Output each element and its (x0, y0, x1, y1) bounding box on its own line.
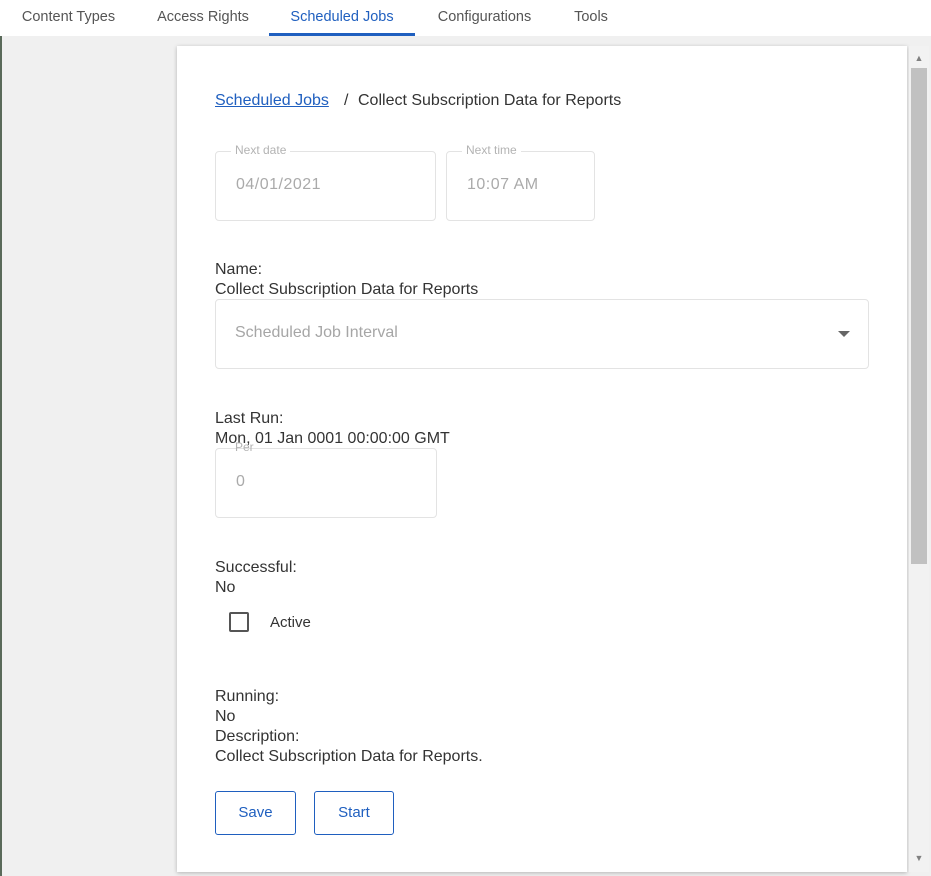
tab-access-rights[interactable]: Access Rights (146, 0, 260, 36)
per-value: 0 (236, 473, 246, 490)
active-checkbox[interactable] (229, 612, 249, 632)
last-run-label: Last Run: (215, 410, 284, 427)
successful-label: Successful: (215, 559, 297, 576)
running-label: Running: (215, 688, 280, 705)
breadcrumb-scheduled-jobs-link[interactable]: Scheduled Jobs (215, 92, 329, 110)
name-value: Collect Subscription Data for Reports (215, 281, 479, 298)
running-value: No (215, 708, 236, 725)
description-value: Collect Subscription Data for Reports. (215, 748, 483, 765)
tab-configurations[interactable]: Configurations (425, 0, 544, 36)
scroll-down-arrow-icon[interactable]: ▼ (909, 848, 929, 868)
next-time-field[interactable]: Next time 10:07 AM (446, 143, 595, 221)
scheduled-job-interval-select[interactable]: Scheduled Job Interval (215, 299, 869, 369)
interval-placeholder: Scheduled Job Interval (235, 324, 398, 341)
breadcrumb-separator: / (344, 92, 349, 109)
breadcrumb-current-page: Collect Subscription Data for Reports (358, 92, 622, 109)
top-navigation: Content Types Access Rights Scheduled Jo… (0, 0, 931, 36)
name-label: Name: (215, 261, 263, 278)
tab-tools[interactable]: Tools (563, 0, 619, 36)
save-button[interactable]: Save (215, 791, 296, 835)
next-date-field[interactable]: Next date 04/01/2021 (215, 143, 436, 221)
tab-scheduled-jobs[interactable]: Scheduled Jobs (269, 0, 415, 36)
per-label: Per (235, 440, 254, 454)
next-time-label: Next time (462, 143, 521, 157)
description-label: Description: (215, 728, 300, 745)
next-time-value: 10:07 AM (467, 176, 539, 193)
scroll-up-arrow-icon[interactable]: ▲ (909, 48, 929, 68)
active-checkbox-label[interactable]: Active (270, 614, 311, 631)
successful-value: No (215, 579, 236, 596)
tab-content-types[interactable]: Content Types (8, 0, 129, 36)
start-button[interactable]: Start (314, 791, 394, 835)
per-field[interactable]: Per 0 (215, 440, 437, 518)
caret-down-icon[interactable] (838, 331, 850, 337)
left-edge-divider (0, 36, 2, 876)
next-date-label: Next date (231, 143, 291, 157)
scrollbar-thumb[interactable] (911, 68, 927, 564)
next-date-value: 04/01/2021 (236, 176, 322, 193)
